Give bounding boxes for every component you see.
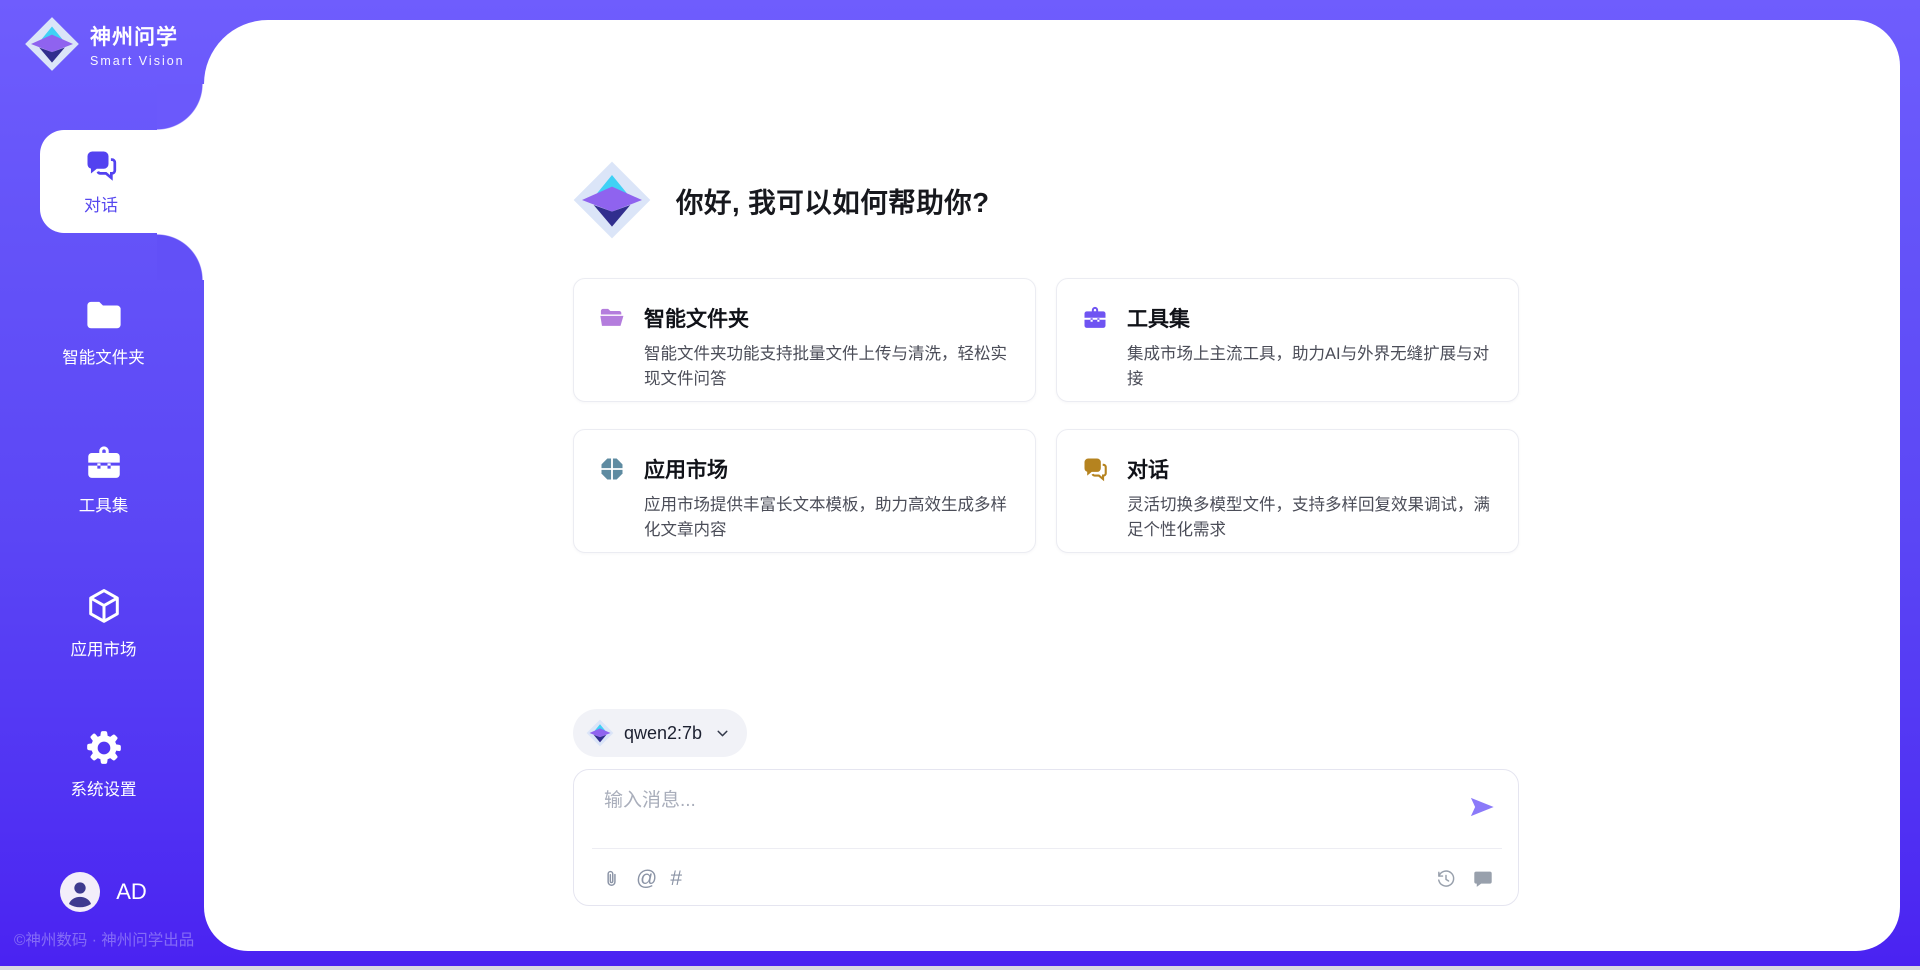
folder-icon: [83, 294, 125, 336]
folder-open-icon: [598, 304, 626, 332]
card-description: 灵活切换多模型文件，支持多样回复效果调试，满足个性化需求: [1127, 493, 1493, 543]
apps-grid-icon: [598, 455, 626, 483]
model-gem-icon: [586, 719, 614, 747]
sidebar: 神州问学 Smart Vision 对话 智能文件夹 工具集 应用市场 系统设置…: [0, 0, 207, 970]
brand-logo: 神州问学 Smart Vision: [24, 16, 185, 72]
cube-icon: [83, 586, 125, 628]
paperclip-icon[interactable]: [601, 868, 623, 890]
chat-icon: [83, 147, 119, 183]
brand-subtitle: Smart Vision: [90, 54, 185, 68]
tab-fillet-top: [157, 84, 204, 131]
hashtag-icon[interactable]: #: [670, 868, 682, 890]
sidebar-item-toolkit[interactable]: 工具集: [0, 442, 207, 516]
sidebar-item-chat[interactable]: 对话: [40, 130, 210, 233]
sidebar-item-label: 工具集: [79, 492, 129, 516]
avatar: [60, 872, 100, 912]
mention-icon[interactable]: @: [636, 868, 657, 890]
greeting: 你好, 我可以如何帮助你?: [572, 160, 990, 240]
brand-gem-icon: [24, 16, 80, 72]
sidebar-item-label: 系统设置: [71, 776, 137, 800]
card-title: 应用市场: [644, 454, 1010, 484]
brand-name: 神州问学: [90, 21, 185, 51]
chat-icon: [1081, 455, 1109, 483]
card-chat[interactable]: 对话 灵活切换多模型文件，支持多样回复效果调试，满足个性化需求: [1056, 429, 1519, 553]
sidebar-item-smart-folder[interactable]: 智能文件夹: [0, 294, 207, 368]
tab-fillet-bottom: [157, 233, 204, 280]
message-composer: @ #: [573, 769, 1519, 906]
feature-cards: 智能文件夹 智能文件夹功能支持批量文件上传与清洗，轻松实现文件问答 工具集 集成…: [573, 278, 1519, 553]
send-icon[interactable]: [1468, 793, 1496, 821]
model-name: qwen2:7b: [624, 723, 702, 744]
composer-divider: [592, 848, 1502, 849]
greeting-text: 你好, 我可以如何帮助你?: [676, 180, 990, 220]
card-toolkit[interactable]: 工具集 集成市场上主流工具，助力AI与外界无缝扩展与对接: [1056, 278, 1519, 402]
briefcase-icon: [1081, 304, 1109, 332]
message-input[interactable]: [604, 785, 1454, 843]
history-icon[interactable]: [1435, 868, 1457, 890]
composer-toolbar-left: @ #: [601, 868, 682, 890]
chevron-down-icon: [714, 725, 731, 742]
sidebar-item-label: 对话: [84, 191, 118, 216]
gear-icon: [84, 728, 124, 768]
card-title: 工具集: [1127, 303, 1493, 333]
briefcase-icon: [83, 442, 125, 484]
composer-toolbar-right: [1435, 868, 1494, 890]
card-title: 对话: [1127, 454, 1493, 484]
card-smart-folder[interactable]: 智能文件夹 智能文件夹功能支持批量文件上传与清洗，轻松实现文件问答: [573, 278, 1036, 402]
model-selector[interactable]: qwen2:7b: [573, 709, 747, 757]
sidebar-item-label: 应用市场: [71, 636, 137, 660]
card-description: 集成市场上主流工具，助力AI与外界无缝扩展与对接: [1127, 342, 1493, 392]
user-name: AD: [116, 879, 147, 905]
card-app-market[interactable]: 应用市场 应用市场提供丰富长文本模板，助力高效生成多样化文章内容: [573, 429, 1036, 553]
greeting-gem-icon: [572, 160, 652, 240]
card-description: 应用市场提供丰富长文本模板，助力高效生成多样化文章内容: [644, 493, 1010, 543]
sidebar-item-settings[interactable]: 系统设置: [0, 728, 207, 800]
card-title: 智能文件夹: [644, 303, 1010, 333]
chat-square-icon[interactable]: [1472, 868, 1494, 890]
copyright-text: ©神州数码 · 神州问学出品: [14, 928, 194, 950]
sidebar-item-label: 智能文件夹: [62, 344, 145, 368]
user-profile[interactable]: AD: [0, 872, 207, 912]
sidebar-item-app-market[interactable]: 应用市场: [0, 586, 207, 660]
bottom-edge-strip: [0, 966, 1920, 970]
card-description: 智能文件夹功能支持批量文件上传与清洗，轻松实现文件问答: [644, 342, 1010, 392]
